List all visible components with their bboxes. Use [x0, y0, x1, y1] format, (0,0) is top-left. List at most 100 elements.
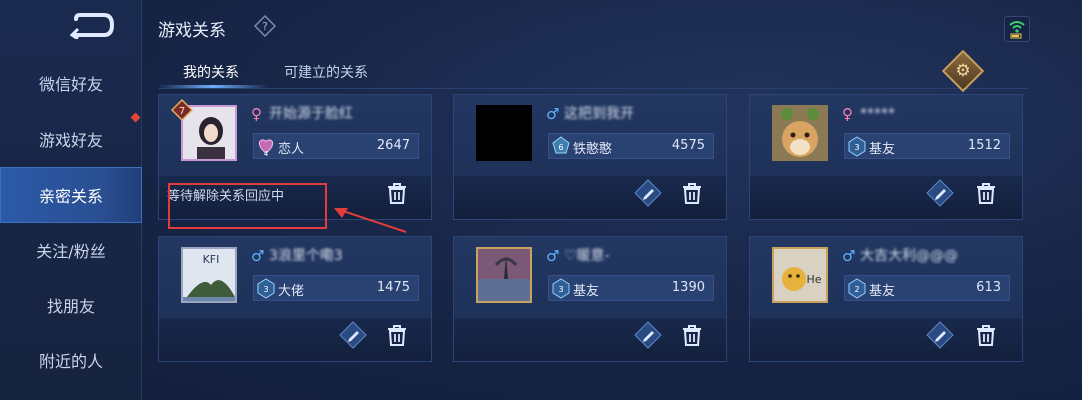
- female-icon: ♀: [251, 105, 262, 123]
- svg-text:7: 7: [179, 106, 185, 117]
- delete-button[interactable]: [970, 319, 1002, 351]
- relation-card: He ♂ 大吉大利@@@ 2 基友 613: [749, 236, 1023, 362]
- relation-type: 基友: [869, 142, 896, 157]
- trash-icon: [683, 183, 701, 204]
- intimacy-score: 1390: [671, 280, 705, 295]
- avatar[interactable]: He: [772, 247, 828, 303]
- player-name: 3浪里个嘞3: [269, 248, 343, 264]
- svg-text:2: 2: [854, 285, 859, 294]
- player-name: 这把到我开: [564, 106, 634, 122]
- relation-card: ♂ 这把到我开 6 铁憨憨 4575: [453, 94, 727, 220]
- svg-text:6: 6: [558, 143, 563, 152]
- edit-icon: [926, 321, 954, 349]
- gear-icon: ⚙: [955, 61, 971, 81]
- svg-text:3: 3: [558, 285, 563, 294]
- edit-icon: [634, 321, 662, 349]
- edit-button[interactable]: [632, 319, 664, 351]
- player-name: *****: [860, 106, 895, 122]
- sidebar-item-wechat-friends[interactable]: 微信好友: [0, 55, 142, 111]
- relation-type: 恋人: [278, 142, 305, 157]
- trash-icon: [977, 325, 995, 346]
- svg-text:3: 3: [854, 143, 859, 152]
- relation-level-icon: 6: [552, 136, 570, 154]
- back-arrow-icon: [69, 13, 115, 39]
- avatar[interactable]: [476, 247, 532, 303]
- avatar[interactable]: [772, 105, 828, 161]
- intimacy-score: 4575: [671, 138, 705, 153]
- mentor-icon: 3: [257, 278, 275, 299]
- avatar-image: [478, 249, 530, 301]
- level-badge: 7: [171, 99, 193, 121]
- edit-button[interactable]: [924, 319, 956, 351]
- relation-info: 6 铁憨憨 4575: [548, 133, 714, 159]
- male-icon: ♂: [251, 247, 265, 265]
- edit-icon: [339, 321, 367, 349]
- intimacy-score: 1512: [967, 138, 1001, 153]
- lover-heart-icon: 4: [258, 139, 274, 157]
- avatar-image: He: [774, 249, 826, 301]
- relation-info: 3 基友 1512: [844, 133, 1010, 159]
- avatar-image: KFI: [183, 249, 235, 301]
- wifi-icon: [1009, 21, 1025, 39]
- svg-text:KFI: KFI: [203, 253, 220, 266]
- intimacy-score: 1475: [376, 280, 410, 295]
- relation-info: 3 大佬 1475: [253, 275, 419, 301]
- player-name: 大吉大利@@@: [860, 248, 958, 264]
- svg-text:He: He: [806, 273, 821, 286]
- buddy-icon: 2: [848, 278, 866, 299]
- delete-button[interactable]: [676, 177, 708, 209]
- svg-text:4: 4: [264, 150, 269, 157]
- svg-text:?: ?: [262, 20, 268, 33]
- male-icon: ♂: [842, 247, 856, 265]
- trash-icon: [388, 325, 406, 346]
- relation-info: 3 基友 1390: [548, 275, 714, 301]
- edit-icon: [634, 179, 662, 207]
- sidebar-item-nearby[interactable]: 附近的人: [0, 332, 142, 388]
- network-status: [1004, 16, 1030, 42]
- sidebar-item-find-friends[interactable]: 找朋友: [0, 277, 142, 333]
- tabbar-divider: [158, 88, 1028, 89]
- trash-icon: [683, 325, 701, 346]
- buddy-icon: 3: [552, 278, 570, 299]
- help-icon[interactable]: ?: [254, 15, 276, 37]
- delete-button[interactable]: [970, 177, 1002, 209]
- sidebar-item-intimate[interactable]: 亲密关系: [0, 167, 142, 223]
- tab-my-relations[interactable]: 我的关系: [183, 62, 239, 82]
- relation-type: 基友: [573, 284, 600, 299]
- sidebar-item-follow-fans[interactable]: 关注/粉丝: [0, 222, 142, 278]
- relation-info: 4 恋人 2647: [253, 133, 419, 159]
- back-button[interactable]: [66, 10, 118, 40]
- buddy-icon: 3: [848, 136, 866, 157]
- annotation-highlight-box: [168, 183, 327, 229]
- sidebar: 微信好友 游戏好友 亲密关系 关注/粉丝 找朋友 附近的人: [0, 0, 142, 400]
- relation-info: 2 基友 613: [844, 275, 1010, 301]
- relation-card: ♂ ♡暖意- 3 基友 1390: [453, 236, 727, 362]
- male-icon: ♂: [546, 247, 560, 265]
- annotation-arrow: [334, 208, 407, 233]
- player-name: 开始源于脸红: [269, 106, 353, 122]
- sidebar-item-game-friends[interactable]: 游戏好友: [0, 111, 142, 167]
- intimacy-score: 613: [976, 280, 1001, 295]
- edit-icon: [926, 179, 954, 207]
- relation-type: 铁憨憨: [573, 142, 613, 157]
- male-icon: ♂: [546, 105, 560, 123]
- delete-button[interactable]: [381, 319, 413, 351]
- avatar-image: [772, 105, 828, 161]
- delete-button[interactable]: [676, 319, 708, 351]
- relation-type: 大佬: [278, 284, 305, 299]
- relation-type: 基友: [869, 284, 896, 299]
- svg-text:3: 3: [263, 285, 268, 294]
- relation-card: ♀ ***** 3 基友 1512: [749, 94, 1023, 220]
- avatar[interactable]: [476, 105, 532, 161]
- relation-card: KFI ♂ 3浪里个嘞3 3 大佬 1475: [158, 236, 432, 362]
- player-name: ♡暖意-: [564, 248, 610, 264]
- trash-icon: [977, 183, 995, 204]
- intimacy-score: 2647: [376, 138, 410, 153]
- avatar[interactable]: KFI: [181, 247, 237, 303]
- edit-button[interactable]: [924, 177, 956, 209]
- female-icon: ♀: [842, 105, 853, 123]
- edit-button[interactable]: [632, 177, 664, 209]
- tab-available-relations[interactable]: 可建立的关系: [284, 62, 368, 82]
- edit-button[interactable]: [337, 319, 369, 351]
- page-title: 游戏关系: [158, 21, 226, 41]
